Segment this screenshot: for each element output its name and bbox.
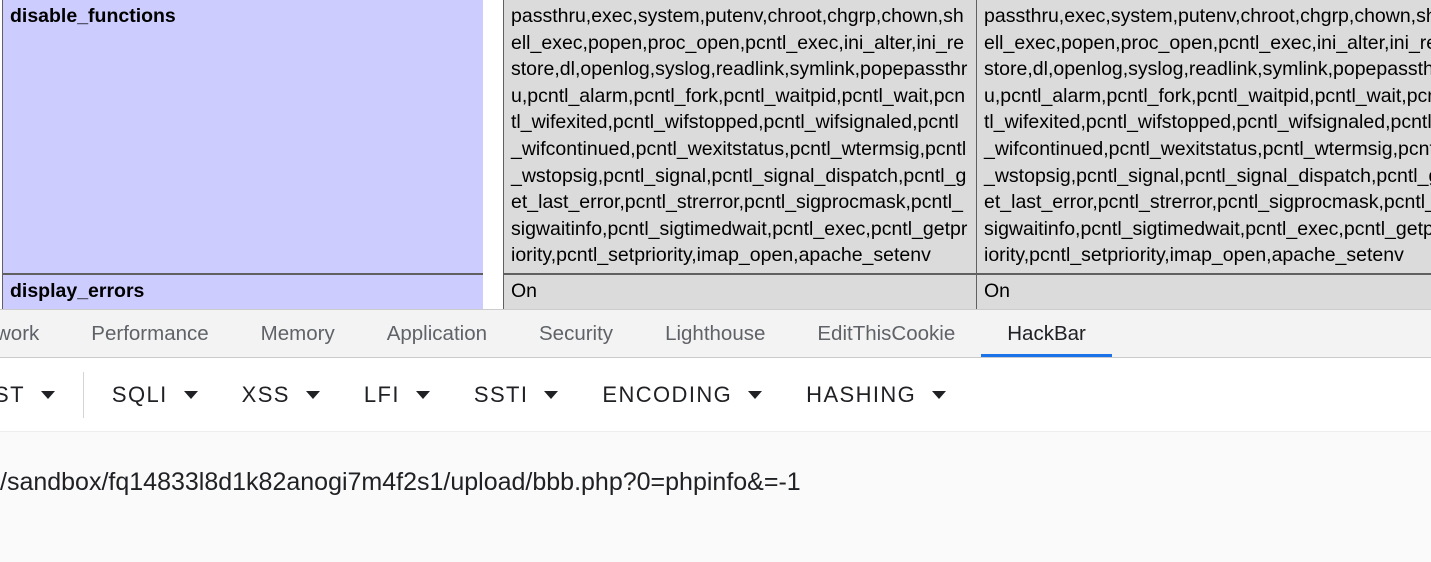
hackbar-toolbar: ST SQLI XSS LFI SSTI ENCODING HASHING: [0, 358, 1431, 431]
tab-label: Lighthouse: [665, 322, 765, 346]
tab-label: Application: [387, 322, 487, 346]
tab-memory[interactable]: Memory: [235, 310, 361, 357]
tab-security[interactable]: Security: [513, 310, 639, 357]
hackbar-menu-ssti[interactable]: SSTI: [452, 358, 581, 431]
column-spacer: [483, 274, 503, 310]
hackbar-menu-hashing[interactable]: HASHING: [784, 358, 968, 431]
tab-application[interactable]: Application: [361, 310, 513, 357]
directive-name-cell: disable_functions: [2, 0, 483, 274]
table-row: disable_functions passthru,exec,system,p…: [2, 0, 1431, 274]
phpinfo-table-body: disable_functions passthru,exec,system,p…: [2, 0, 1431, 310]
chevron-down-icon: [544, 391, 558, 399]
menu-label: ST: [0, 382, 25, 408]
hackbar-menu-encoding[interactable]: ENCODING: [580, 358, 784, 431]
devtools-panel: work Performance Memory Application Secu…: [0, 309, 1431, 562]
tab-editthiscookie[interactable]: EditThisCookie: [791, 310, 981, 357]
master-value-cell: passthru,exec,system,putenv,chroot,chgrp…: [977, 0, 1431, 274]
menu-label: HASHING: [806, 382, 916, 408]
tab-label: Performance: [91, 322, 208, 346]
tab-label: Memory: [261, 322, 335, 346]
hackbar-menu-st[interactable]: ST: [0, 358, 77, 431]
devtools-tab-bar: work Performance Memory Application Secu…: [0, 310, 1431, 358]
menu-label: SQLI: [112, 382, 168, 408]
toolbar-divider: [83, 372, 84, 418]
local-value-cell: On: [503, 274, 977, 310]
column-spacer: [483, 0, 503, 274]
hackbar-menu-xss[interactable]: XSS: [220, 358, 342, 431]
hackbar-url-area[interactable]: /sandbox/fq14833l8d1k82anogi7m4f2s1/uplo…: [0, 431, 1431, 562]
phpinfo-output: disable_functions passthru,exec,system,p…: [0, 0, 1431, 310]
chevron-down-icon: [932, 391, 946, 399]
tab-lighthouse[interactable]: Lighthouse: [639, 310, 791, 357]
menu-label: XSS: [242, 382, 290, 408]
tab-label: work: [0, 322, 39, 346]
tab-label: Security: [539, 322, 613, 346]
menu-label: ENCODING: [602, 382, 732, 408]
phpinfo-directives-table: disable_functions passthru,exec,system,p…: [2, 0, 1431, 310]
url-input[interactable]: /sandbox/fq14833l8d1k82anogi7m4f2s1/uplo…: [0, 468, 801, 497]
tab-label: EditThisCookie: [817, 322, 955, 346]
hackbar-menu-lfi[interactable]: LFI: [342, 358, 452, 431]
menu-label: SSTI: [474, 382, 529, 408]
hackbar-menu-sqli[interactable]: SQLI: [90, 358, 220, 431]
chevron-down-icon: [41, 391, 55, 399]
local-value-cell: passthru,exec,system,putenv,chroot,chgrp…: [503, 0, 977, 274]
chevron-down-icon: [184, 391, 198, 399]
chevron-down-icon: [306, 391, 320, 399]
tab-hackbar[interactable]: HackBar: [981, 310, 1112, 357]
table-row: display_errors On On: [2, 274, 1431, 310]
master-value-cell: On: [977, 274, 1431, 310]
tab-network[interactable]: work: [0, 310, 65, 357]
directive-name-cell: display_errors: [2, 274, 483, 310]
chevron-down-icon: [748, 391, 762, 399]
menu-label: LFI: [364, 382, 400, 408]
tab-performance[interactable]: Performance: [65, 310, 234, 357]
tab-label: HackBar: [1007, 322, 1086, 346]
chevron-down-icon: [416, 391, 430, 399]
